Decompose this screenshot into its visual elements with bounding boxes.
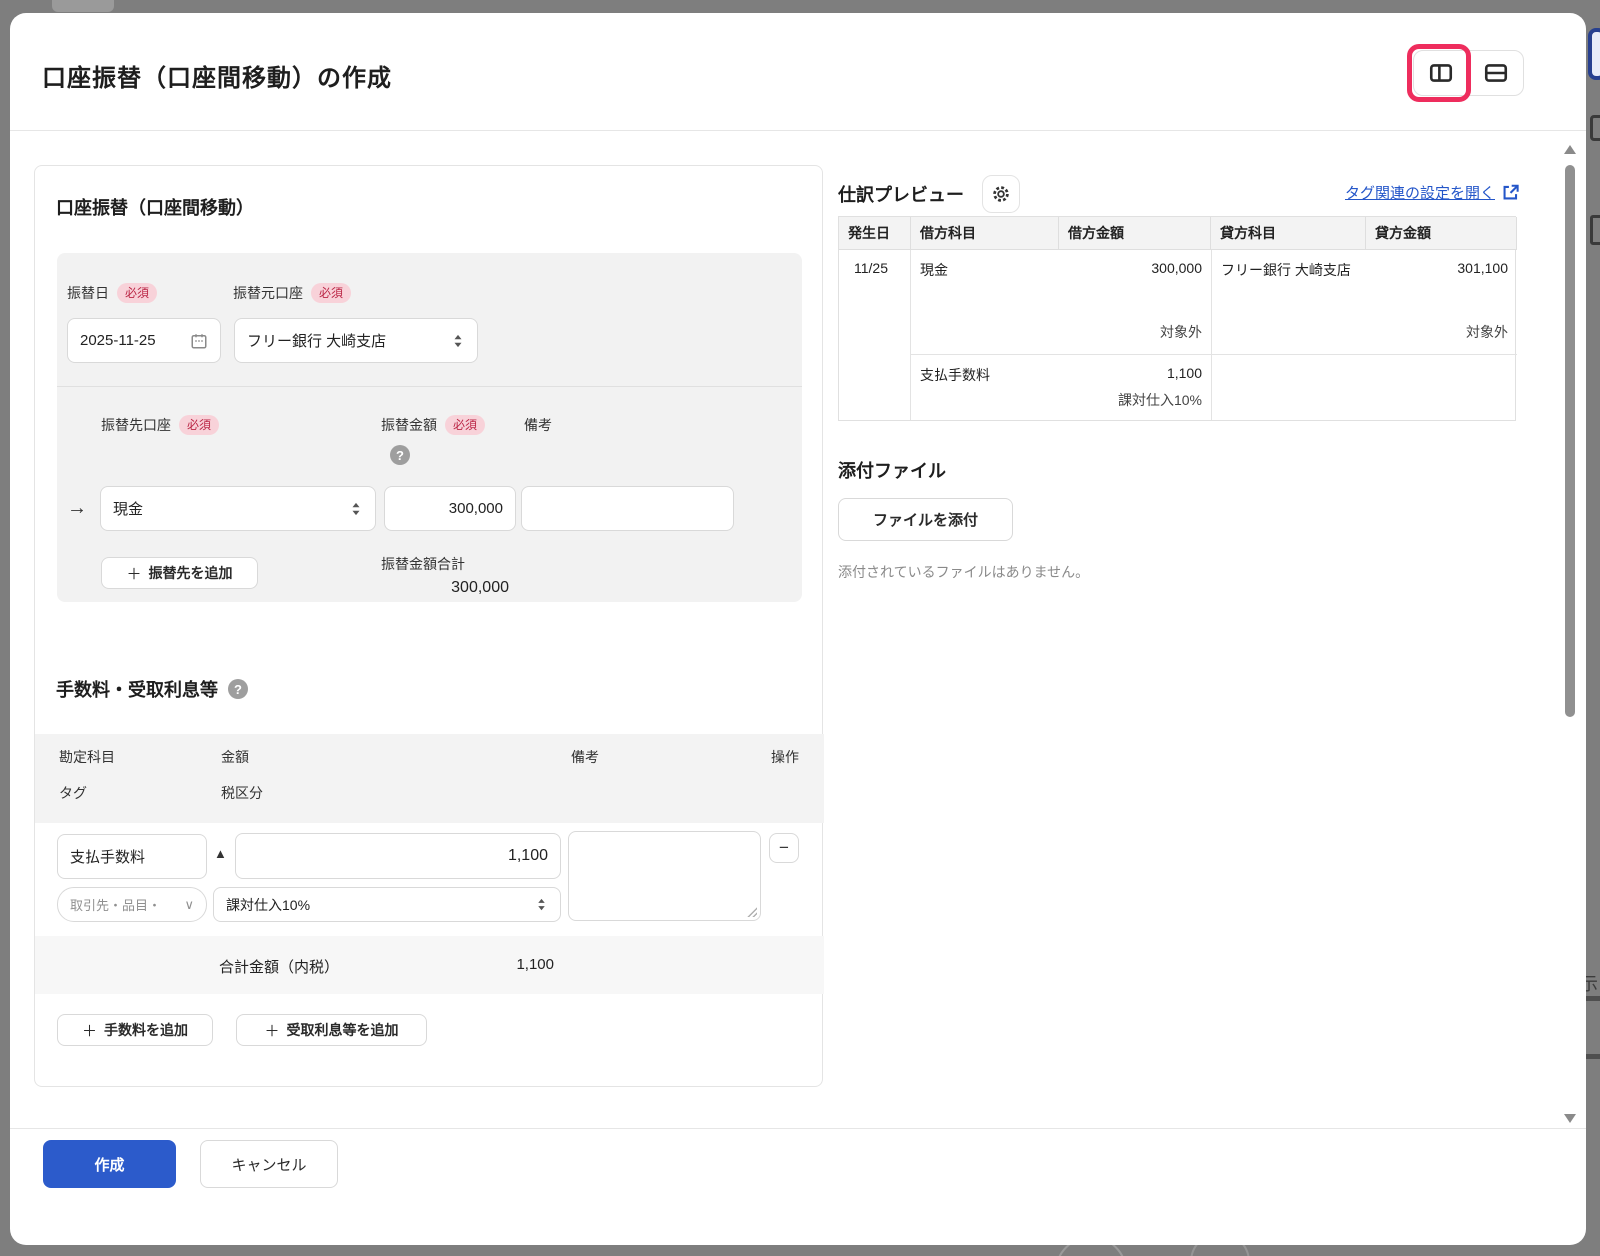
tag-settings-link[interactable]: タグ関連の設定を開く <box>1345 182 1520 203</box>
external-link-icon <box>1501 183 1520 202</box>
background-page-tab <box>52 0 114 12</box>
journal-preview-title: 仕訳プレビュー <box>838 181 964 207</box>
layout-toggle-group <box>1413 50 1524 96</box>
create-transfer-modal: 口座振替（口座間移動）の作成 口座振替 <box>10 13 1586 1245</box>
transfer-date-input[interactable]: 2025-11-25 <box>67 318 221 363</box>
amount-input[interactable]: 300,000 <box>384 486 516 531</box>
background-icon-sliver <box>1590 215 1600 245</box>
journal-credit-cell-empty <box>1211 354 1517 388</box>
journal-credit-tax-empty <box>1211 388 1517 420</box>
dest-account-label: 振替先口座 必須 <box>101 415 219 435</box>
background-blue-button-sliver <box>1588 28 1600 80</box>
amount-label: 振替金額 必須 <box>381 415 485 435</box>
fees-help-icon[interactable]: ? <box>228 679 248 699</box>
scrollbar-up-arrow[interactable] <box>1564 145 1576 154</box>
col-header-date: 発生日 <box>839 217 911 250</box>
select-stepper-icon <box>349 501 363 517</box>
required-badge: 必須 <box>179 415 219 435</box>
fees-header-memo: 備考 <box>571 747 599 767</box>
fee-partner-item-pill[interactable]: 取引先・品目・ ∨ <box>57 887 207 922</box>
calendar-icon <box>190 332 208 350</box>
footer-divider <box>10 1128 1586 1129</box>
panel-divider <box>57 386 802 387</box>
plus-icon: ＋ <box>126 563 141 584</box>
dest-memo-input[interactable] <box>521 486 734 531</box>
journal-credit-tax: 対象外 <box>1211 320 1517 354</box>
resize-grip-icon[interactable] <box>746 906 757 917</box>
form-section-title: 口座振替（口座間移動） <box>56 194 254 220</box>
journal-debit-tax: 対象外 <box>911 320 1211 354</box>
attachments-empty-text: 添付されているファイルはありません。 <box>838 562 1089 582</box>
minus-icon: − <box>779 838 789 858</box>
required-badge: 必須 <box>445 415 485 435</box>
chevron-down-icon: ∨ <box>184 897 194 913</box>
required-badge: 必須 <box>117 283 157 303</box>
add-interest-button[interactable]: ＋ 受取利息等を追加 <box>236 1014 427 1046</box>
add-destination-button[interactable]: ＋ 振替先を追加 <box>101 557 258 589</box>
background-row-sliver <box>1586 1054 1600 1059</box>
arrow-right-icon: → <box>67 497 87 520</box>
journal-debit-cell: 支払手数料 1,100 <box>911 354 1211 388</box>
attach-file-button[interactable]: ファイルを添付 <box>838 498 1013 541</box>
background-icon-sliver <box>1590 115 1600 141</box>
fees-header-action: 操作 <box>771 747 799 767</box>
header-divider <box>10 130 1586 131</box>
select-stepper-icon <box>535 897 548 912</box>
fees-header-account: 勘定科目 <box>59 747 115 767</box>
layout-split-columns-button[interactable] <box>1414 51 1469 95</box>
transfer-date-label: 振替日 必須 <box>67 283 157 303</box>
col-header-debit-amount: 借方金額 <box>1059 217 1211 250</box>
source-account-label: 振替元口座 必須 <box>233 283 351 303</box>
fees-header-tag: タグ <box>59 783 87 803</box>
col-header-credit-amount: 貸方金額 <box>1366 217 1517 250</box>
fees-table-header: 勘定科目 金額 備考 操作 タグ 税区分 <box>35 734 824 823</box>
fees-total-row: 合計金額（内税） 1,100 <box>35 936 824 994</box>
source-account-select[interactable]: フリー銀行 大崎支店 <box>234 318 478 363</box>
modal-title: 口座振替（口座間移動）の作成 <box>42 58 392 93</box>
col-header-credit-account: 貸方科目 <box>1211 217 1366 250</box>
journal-preview-table: 発生日 借方科目 借方金額 貸方科目 貸方金額 11/25 現金 300,000… <box>838 216 1516 421</box>
add-fee-button[interactable]: ＋ 手数料を追加 <box>57 1014 213 1046</box>
memo-label: 備考 <box>524 415 552 435</box>
fee-account-select[interactable]: 支払手数料 <box>57 834 207 879</box>
journal-credit-cell: フリー銀行 大崎支店 301,100 <box>1211 250 1517 320</box>
journal-settings-button[interactable] <box>982 175 1020 213</box>
plus-icon: ＋ <box>82 1020 97 1041</box>
gear-icon <box>990 183 1012 205</box>
journal-row-date: 11/25 <box>839 250 911 420</box>
attachments-title: 添付ファイル <box>838 457 946 483</box>
split-rows-icon <box>1483 60 1509 86</box>
fees-section-title: 手数料・受取利息等 ? <box>56 676 248 702</box>
scrollbar-thumb[interactable] <box>1565 165 1575 717</box>
fee-memo-textarea[interactable] <box>568 831 761 921</box>
transfer-form-card: 口座振替（口座間移動） 振替日 必須 振替元口座 必須 2025-11-25 <box>34 165 823 1087</box>
fee-amount-input[interactable]: 1,100 <box>235 833 561 879</box>
create-button[interactable]: 作成 <box>43 1140 176 1188</box>
fees-total-label: 合計金額（内税） <box>219 956 339 977</box>
plus-icon: ＋ <box>264 1020 279 1041</box>
background-row-sliver <box>1586 996 1600 1001</box>
transfer-total-label: 振替金額合計 <box>381 554 465 574</box>
journal-debit-tax: 課対仕入10% <box>911 388 1211 420</box>
dest-account-select[interactable]: 現金 <box>100 486 376 531</box>
fee-tax-select[interactable]: 課対仕入10% <box>213 887 561 922</box>
transfer-total-value: 300,000 <box>381 579 509 597</box>
required-badge: 必須 <box>311 283 351 303</box>
transfer-fields-panel: 振替日 必須 振替元口座 必須 2025-11-25 フリー銀行 大崎支店 <box>57 253 802 602</box>
fees-total-value: 1,100 <box>435 956 554 973</box>
journal-debit-cell: 現金 300,000 <box>911 250 1211 320</box>
amount-help-icon[interactable]: ? <box>390 445 410 465</box>
scrollbar[interactable] <box>1563 135 1577 1135</box>
fees-header-tax: 税区分 <box>221 783 263 803</box>
cancel-button[interactable]: キャンセル <box>200 1140 338 1188</box>
tax-included-marker-icon: ▲ <box>214 846 227 861</box>
fees-header-amount: 金額 <box>221 747 249 767</box>
scrollbar-down-arrow[interactable] <box>1564 1114 1576 1123</box>
select-stepper-icon <box>451 333 465 349</box>
remove-fee-row-button[interactable]: − <box>769 833 799 863</box>
col-header-debit-account: 借方科目 <box>911 217 1059 250</box>
layout-split-rows-button[interactable] <box>1469 51 1524 95</box>
split-columns-icon <box>1428 60 1454 86</box>
